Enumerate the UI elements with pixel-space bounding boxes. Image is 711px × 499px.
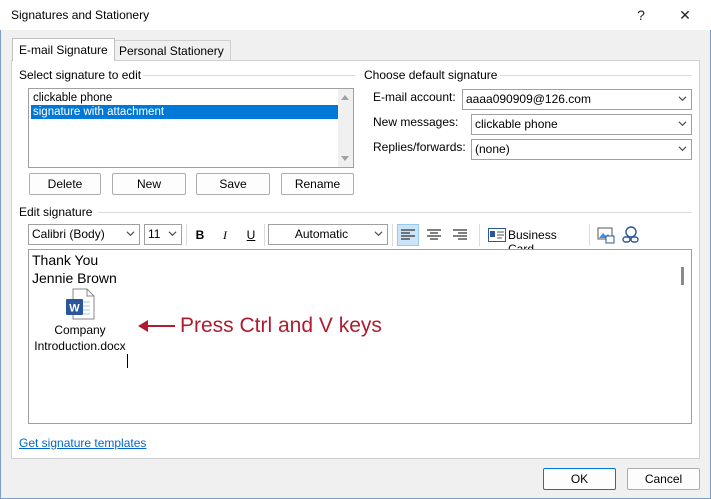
editor-scrollbar[interactable] xyxy=(674,250,691,423)
attachment-name: Introduction.docx xyxy=(34,339,126,353)
rename-button-label: Rename xyxy=(294,177,341,191)
signature-line: Thank You xyxy=(32,252,99,268)
email-account-select[interactable]: aaaa090909@126.com xyxy=(462,89,692,110)
scroll-up-icon[interactable] xyxy=(341,95,349,100)
ok-button-label: OK xyxy=(570,472,589,486)
select-signature-heading: Select signature to edit xyxy=(19,68,142,82)
align-left-icon xyxy=(401,229,415,240)
rename-button[interactable]: Rename xyxy=(281,173,354,195)
new-messages-value: clickable phone xyxy=(475,117,558,131)
tab-email-signature[interactable]: E-mail Signature xyxy=(12,38,115,61)
text-cursor xyxy=(127,354,128,368)
replies-select[interactable]: (none) xyxy=(471,139,692,160)
scroll-down-icon[interactable] xyxy=(341,156,349,161)
ok-button[interactable]: OK xyxy=(543,468,616,490)
toolbar-divider xyxy=(186,224,187,246)
annotation-text: Press Ctrl and V keys xyxy=(180,314,382,337)
word-document-icon: W xyxy=(66,288,95,320)
insert-hyperlink-button[interactable] xyxy=(620,224,642,246)
font-color-select[interactable]: Automatic xyxy=(268,224,388,245)
toolbar-divider xyxy=(392,224,393,246)
edit-signature-heading: Edit signature xyxy=(19,205,93,219)
chevron-down-icon xyxy=(678,146,687,152)
scroll-thumb[interactable] xyxy=(681,267,684,285)
signature-line: Jennie Brown xyxy=(32,270,117,286)
chevron-down-icon xyxy=(168,231,177,237)
close-button[interactable]: ✕ xyxy=(667,0,703,30)
cancel-button[interactable]: Cancel xyxy=(627,468,700,490)
business-card-button[interactable]: Business Card xyxy=(486,224,584,256)
tab-personal-stationery-label: Personal Stationery xyxy=(119,44,224,58)
align-center-button[interactable] xyxy=(423,224,445,246)
replies-label: Replies/forwards: xyxy=(373,140,466,154)
font-select[interactable]: Calibri (Body) xyxy=(28,224,140,245)
toolbar-divider xyxy=(589,224,590,246)
toolbar-divider xyxy=(264,224,265,246)
hyperlink-icon xyxy=(622,226,639,243)
replies-value: (none) xyxy=(475,142,510,156)
underline-button[interactable]: U xyxy=(241,224,261,246)
delete-button[interactable]: Delete xyxy=(29,173,101,195)
save-button-label: Save xyxy=(219,177,247,191)
new-button[interactable]: New xyxy=(112,173,186,195)
cancel-button-label: Cancel xyxy=(644,472,683,486)
attachment[interactable]: W Company Introduction.docx xyxy=(31,288,131,356)
divider xyxy=(500,75,692,76)
signature-list[interactable]: clickable phone signature with attachmen… xyxy=(28,88,354,168)
email-account-label: E-mail account: xyxy=(373,90,456,104)
list-item-selected[interactable]: signature with attachment xyxy=(31,105,339,119)
divider xyxy=(98,212,692,213)
email-account-value: aaaa090909@126.com xyxy=(466,92,591,106)
chevron-down-icon xyxy=(678,121,687,127)
new-messages-label: New messages: xyxy=(373,115,459,129)
arrow-left-icon xyxy=(138,320,175,332)
signature-editor[interactable]: Thank You Jennie Brown W Company Introdu… xyxy=(28,249,692,424)
align-right-icon xyxy=(453,229,467,240)
align-center-icon xyxy=(427,229,441,240)
list-item[interactable]: clickable phone xyxy=(31,91,339,105)
divider xyxy=(143,75,355,76)
title-bar: Signatures and Stationery ? ✕ xyxy=(0,0,711,30)
insert-picture-icon xyxy=(597,227,615,244)
attachment-name: Company xyxy=(54,323,106,337)
help-button[interactable]: ? xyxy=(623,0,659,30)
business-card-icon xyxy=(488,228,506,242)
font-value: Calibri (Body) xyxy=(32,227,105,241)
italic-button[interactable]: I xyxy=(215,224,235,246)
toolbar-divider xyxy=(479,224,480,246)
list-scrollbar[interactable] xyxy=(338,89,353,167)
svg-text:W: W xyxy=(69,303,80,315)
new-button-label: New xyxy=(136,177,161,191)
align-left-button[interactable] xyxy=(397,224,419,246)
tab-personal-stationery[interactable]: Personal Stationery xyxy=(112,40,231,60)
chevron-down-icon xyxy=(678,96,687,102)
delete-button-label: Delete xyxy=(47,177,83,191)
font-color-value: Automatic xyxy=(294,227,349,241)
tab-email-signature-label: E-mail Signature xyxy=(19,43,108,57)
new-messages-select[interactable]: clickable phone xyxy=(471,114,692,135)
font-size-value: 11 xyxy=(148,227,161,241)
align-right-button[interactable] xyxy=(449,224,471,246)
bold-button[interactable]: B xyxy=(190,224,210,246)
default-signature-heading: Choose default signature xyxy=(364,68,498,82)
save-button[interactable]: Save xyxy=(196,173,270,195)
font-size-select[interactable]: 11 xyxy=(144,224,182,245)
get-templates-link[interactable]: Get signature templates xyxy=(19,436,146,450)
chevron-down-icon xyxy=(126,231,135,237)
insert-picture-button[interactable] xyxy=(595,224,617,246)
chevron-down-icon xyxy=(374,231,383,237)
dialog-title: Signatures and Stationery xyxy=(11,8,150,22)
